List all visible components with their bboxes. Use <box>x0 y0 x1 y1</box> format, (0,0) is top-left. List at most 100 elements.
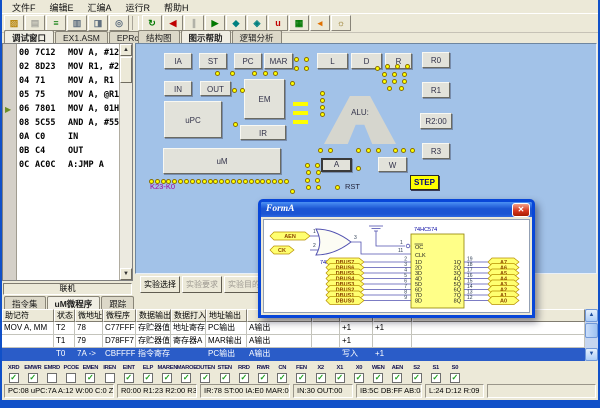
connect-button[interactable]: ↻ <box>142 15 162 31</box>
tab-structure-0[interactable]: 结构图 <box>138 30 180 44</box>
signal-checkbox-aen[interactable]: ✓ <box>392 373 402 383</box>
menu-item-4[interactable]: 帮助H <box>157 0 196 14</box>
diagram-block-em[interactable]: EM <box>244 79 285 119</box>
diagram-block-l[interactable]: L <box>317 53 348 69</box>
table-row[interactable]: T179D78FF7存贮器值EM寄存器AMAR输出A输出+1 <box>2 335 598 348</box>
code-line[interactable]: 0CAC0CA:JMP A <box>17 158 119 172</box>
table-scrollbar[interactable]: ▲ ▼ <box>585 309 598 361</box>
menu-item-2[interactable]: 汇编A <box>81 0 119 14</box>
diagram-block-r1[interactable]: R1 <box>422 82 450 98</box>
run-button[interactable]: ▶ <box>205 15 225 31</box>
assemble-button[interactable]: ≡ <box>46 15 66 31</box>
signal-checkbox-emen[interactable]: ✓ <box>85 373 95 383</box>
diagram-block-w[interactable]: W <box>378 157 407 172</box>
signal-checkbox-outen[interactable]: ✓ <box>200 373 210 383</box>
experiment-button-0[interactable]: 实验选择 <box>140 276 180 293</box>
table-row[interactable]: T07A ->CBFFFF指令寄存器IRPC输出A输出写入+1 <box>2 348 598 361</box>
help-button[interactable]: ☼ <box>331 15 351 31</box>
signal-checkbox-iren[interactable] <box>105 373 115 383</box>
step-over-button[interactable]: ◈ <box>247 15 267 31</box>
tab-structure-1[interactable]: 图示帮助 <box>181 30 231 44</box>
step-into-button[interactable]: ◆ <box>226 15 246 31</box>
micro-step-button[interactable]: u <box>268 15 288 31</box>
code-line[interactable]: 0AC0IN <box>17 130 119 144</box>
diagram-block-out[interactable]: OUT <box>200 81 231 96</box>
code-line[interactable]: 0471MOV A, R1 <box>17 74 119 88</box>
signal-checkbox-pcoe[interactable] <box>66 373 76 383</box>
scroll-down-icon[interactable]: ▼ <box>120 268 132 280</box>
led-indicator-icon <box>376 148 381 153</box>
signal-checkbox-emwr[interactable]: ✓ <box>28 373 38 383</box>
tab-structure-2[interactable]: 逻辑分析 <box>232 30 282 44</box>
tab-instruction-1[interactable]: uM微程序 <box>47 296 101 310</box>
table-row[interactable]: MOV A, MMT278C77FFF存贮器值EM地址寄存器MARPC输出A输出… <box>2 322 598 335</box>
code-line[interactable]: 085C55AND A, #55H <box>17 116 119 130</box>
tab-instruction-2[interactable]: 跟踪 <box>101 296 134 310</box>
signal-checkbox-x2[interactable]: ✓ <box>316 373 326 383</box>
tab-debug-window-1[interactable]: EX1.ASM <box>55 31 108 43</box>
code-line[interactable]: 007C12MOV A, #12H <box>17 46 119 60</box>
diagram-block-ir[interactable]: IR <box>240 125 286 140</box>
open-button[interactable]: ▨ <box>4 15 24 31</box>
led-indicator-icon <box>402 79 407 84</box>
diagram-block-um[interactable]: uM <box>163 148 281 174</box>
signal-checkbox-x1[interactable]: ✓ <box>335 373 345 383</box>
search-button[interactable]: ◨ <box>88 15 108 31</box>
scroll-thumb[interactable] <box>120 57 132 83</box>
menu-item-0[interactable]: 文件F <box>5 0 43 14</box>
diagram-block-pc[interactable]: PC <box>234 53 262 69</box>
dialog-close-button[interactable]: ✕ <box>512 203 530 217</box>
table-scroll-up-icon[interactable]: ▲ <box>585 309 598 322</box>
code-line[interactable]: 028D23MOV R1, #23H <box>17 60 119 74</box>
step-button[interactable]: STEP <box>410 175 439 190</box>
table-cell: A输出 <box>247 335 312 348</box>
diagram-block-r2[interactable]: R2:00 <box>420 113 452 129</box>
code-scrollbar[interactable]: ▲ ▼ <box>119 44 132 280</box>
diagram-block-ia[interactable]: IA <box>164 53 192 69</box>
diagram-block-r0[interactable]: R0 <box>422 52 450 68</box>
signal-checkbox-x0[interactable]: ✓ <box>354 373 364 383</box>
signal-checkbox-rwr[interactable]: ✓ <box>258 373 268 383</box>
menu-item-3[interactable]: 运行R <box>119 0 158 14</box>
diagram-block-alu[interactable]: ALU: <box>324 96 396 144</box>
table-scroll-thumb[interactable] <box>585 323 598 338</box>
diagram-block-mar[interactable]: MAR <box>264 53 293 69</box>
code-line[interactable]: 0575MOV A, @R1 <box>17 88 119 102</box>
led-indicator-icon <box>395 64 400 69</box>
code-bytes: C4 <box>35 144 68 158</box>
signal-checkbox-sten[interactable]: ✓ <box>220 373 230 383</box>
eprom-button[interactable]: ◎ <box>109 15 129 31</box>
signal-checkbox-maren[interactable]: ✓ <box>162 373 172 383</box>
code-line[interactable]: 067801MOV A, 01H <box>17 102 119 116</box>
signal-checkbox-wen[interactable]: ✓ <box>373 373 383 383</box>
signal-checkbox-cn[interactable]: ✓ <box>277 373 287 383</box>
diagram-block-st[interactable]: ST <box>199 53 227 69</box>
diagram-block-upc[interactable]: uPC <box>164 101 222 138</box>
signal-checkbox-rrd[interactable]: ✓ <box>239 373 249 383</box>
copy-button[interactable]: ▥ <box>67 15 87 31</box>
dialog-title-bar[interactable]: FormA ✕ <box>261 202 532 217</box>
reset-button[interactable]: ◀ <box>163 15 183 31</box>
code-line[interactable]: 0BC4OUT <box>17 144 119 158</box>
signal-checkbox-s2[interactable]: ✓ <box>412 373 422 383</box>
signal-checkbox-elp[interactable]: ✓ <box>143 373 153 383</box>
tab-instruction-0[interactable]: 指令集 <box>4 296 46 310</box>
signal-checkbox-xrd[interactable]: ✓ <box>9 373 19 383</box>
code-bytes: AC0C <box>35 158 68 172</box>
diagram-block-r3[interactable]: R3 <box>422 143 450 159</box>
back-button[interactable]: ◂ <box>310 15 330 31</box>
diagram-block-in[interactable]: IN <box>164 81 192 96</box>
diagram-block-a[interactable]: A <box>321 158 352 172</box>
io-chip-button[interactable]: ▦ <box>289 15 309 31</box>
signal-checkbox-s0[interactable]: ✓ <box>450 373 460 383</box>
code-addr: 05 <box>19 88 35 102</box>
signal-checkbox-emrd[interactable] <box>47 373 57 383</box>
signal-checkbox-fen[interactable]: ✓ <box>296 373 306 383</box>
tab-debug-window-0[interactable]: 调试窗口 <box>4 30 54 44</box>
signal-checkbox-s1[interactable]: ✓ <box>431 373 441 383</box>
scroll-up-icon[interactable]: ▲ <box>120 44 132 56</box>
signal-checkbox-eint[interactable]: ✓ <box>124 373 134 383</box>
table-scroll-down-icon[interactable]: ▼ <box>585 348 598 361</box>
signal-checkbox-maroe[interactable]: ✓ <box>181 373 191 383</box>
menu-item-1[interactable]: 编辑E <box>43 0 81 14</box>
